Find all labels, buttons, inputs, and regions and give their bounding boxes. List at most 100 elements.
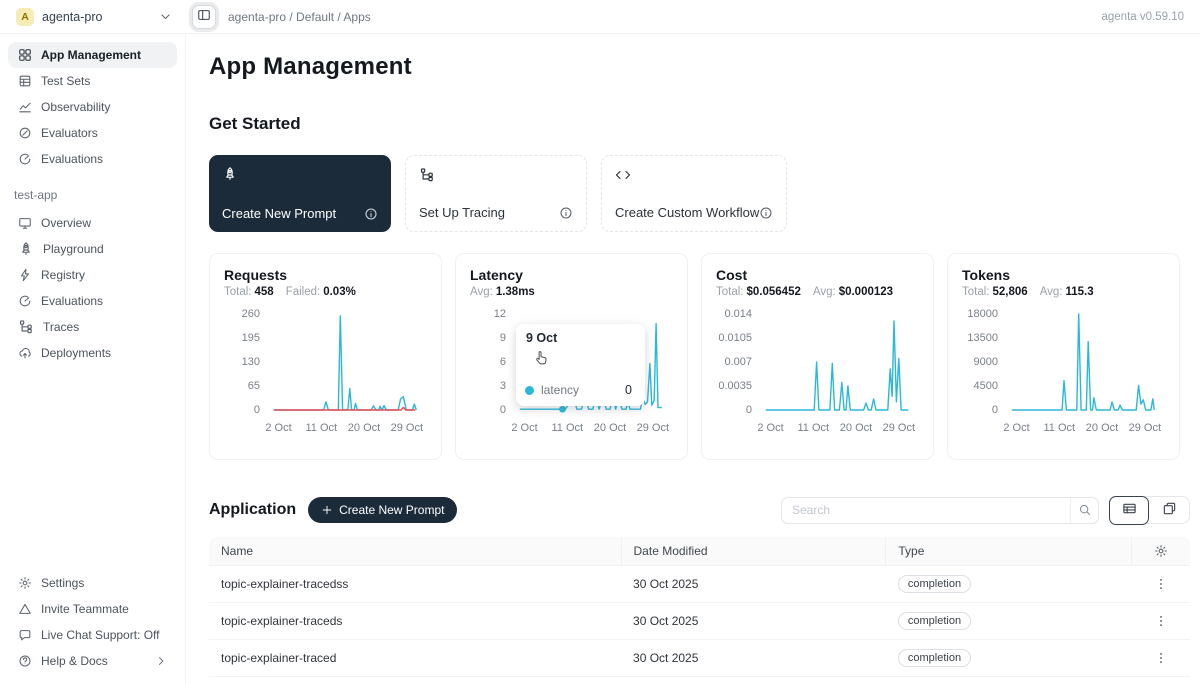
code-icon xyxy=(615,167,773,183)
sidebar-item-observability[interactable]: Observability xyxy=(8,94,177,120)
table-view-button[interactable] xyxy=(1109,496,1149,525)
chart-plot[interactable] xyxy=(761,308,913,414)
gear-icon[interactable] xyxy=(1144,544,1178,558)
date-modified-cell: 30 Oct 2025 xyxy=(621,566,886,603)
application-header: Application Create New Prompt xyxy=(209,496,1190,524)
date-modified-cell: 30 Oct 2025 xyxy=(621,603,886,640)
series-tokens-line xyxy=(1012,314,1155,410)
sidebar-toggle-button[interactable] xyxy=(192,5,216,29)
chevron-right-icon xyxy=(155,655,167,667)
get-started-card-create-custom-workflow[interactable]: Create Custom Workflow xyxy=(601,155,787,232)
y-axis-tick: 9000 xyxy=(974,356,998,368)
table-row[interactable]: topic-explainer-traceds 30 Oct 2025 comp… xyxy=(209,603,1190,640)
y-axis: 129630 xyxy=(470,308,515,414)
chart-title: Cost xyxy=(716,267,919,283)
sidebar-item-label: Playground xyxy=(43,242,104,256)
card-view-icon xyxy=(1162,501,1177,519)
evaluations-icon xyxy=(18,294,32,308)
y-axis-tick: 18000 xyxy=(967,308,998,320)
table-row[interactable]: topic-explainer-tracedss 30 Oct 2025 com… xyxy=(209,566,1190,603)
info-icon[interactable] xyxy=(364,207,378,221)
sidebar-item-label: Observability xyxy=(41,100,110,114)
y-axis-tick: 195 xyxy=(242,332,260,344)
get-started-card-create-new-prompt[interactable]: Create New Prompt xyxy=(209,155,391,232)
sidebar-item-label: App Management xyxy=(41,48,141,62)
sidebar-item-registry[interactable]: Registry xyxy=(8,262,177,288)
help-icon xyxy=(18,654,32,668)
kebab-menu-icon[interactable] xyxy=(1154,651,1168,665)
series-cost-line xyxy=(766,321,909,410)
app-name-cell: topic-explainer-tracedss xyxy=(209,566,621,603)
top-bar: A agenta-pro agenta-pro / Default / Apps… xyxy=(0,0,1200,34)
sidebar-item-evaluations[interactable]: Evaluations xyxy=(8,288,177,314)
workspace-switcher[interactable]: A agenta-pro xyxy=(0,8,186,26)
table-row[interactable]: career-assessment 27 Oct 2025 completion xyxy=(209,677,1190,684)
evaluators-icon xyxy=(18,126,32,140)
y-axis-tick: 0.007 xyxy=(724,356,752,368)
sidebar-item-test-sets[interactable]: Test Sets xyxy=(8,68,177,94)
date-modified-cell: 27 Oct 2025 xyxy=(621,677,886,684)
breadcrumb[interactable]: agenta-pro / Default / Apps xyxy=(228,10,371,24)
type-cell: completion xyxy=(886,677,1131,684)
y-axis: 0.0140.01050.0070.00350 xyxy=(716,308,761,414)
chart-title: Requests xyxy=(224,267,427,283)
view-toggle xyxy=(1109,496,1190,524)
create-new-prompt-button[interactable]: Create New Prompt xyxy=(308,497,457,523)
sidebar-item-traces[interactable]: Traces xyxy=(8,314,177,340)
info-icon[interactable] xyxy=(559,206,573,220)
sidebar-item-playground[interactable]: Playground xyxy=(8,236,177,262)
y-axis-tick: 0 xyxy=(500,404,506,416)
chart-stat: Avg:1.38ms xyxy=(470,286,535,298)
sidebar-item-help-docs[interactable]: Help & Docs xyxy=(8,648,177,674)
invite-teammate-icon xyxy=(18,602,32,616)
chart-plot[interactable] xyxy=(1007,308,1159,414)
chart-card-tokens: Tokens Total:52,806Avg:115.3 18000135009… xyxy=(947,253,1180,460)
chart-plot[interactable] xyxy=(269,308,421,414)
y-axis-tick: 0 xyxy=(992,404,998,416)
x-axis: 2 Oct11 Oct20 Oct29 Oct xyxy=(269,419,421,435)
sidebar-item-overview[interactable]: Overview xyxy=(8,210,177,236)
sidebar: App Management Test Sets Observability E… xyxy=(0,34,186,684)
page-title: App Management xyxy=(209,53,1190,81)
get-started-card-set-up-tracing[interactable]: Set Up Tracing xyxy=(405,155,587,232)
kebab-menu-icon[interactable] xyxy=(1154,614,1168,628)
search-box xyxy=(781,497,1099,524)
x-axis-tick: 11 Oct xyxy=(1044,422,1076,434)
sidebar-item-evaluators[interactable]: Evaluators xyxy=(8,120,177,146)
y-axis: 260195130650 xyxy=(224,308,269,414)
kebab-menu-icon[interactable] xyxy=(1154,577,1168,591)
sidebar-item-app-management[interactable]: App Management xyxy=(8,42,177,68)
evaluations-icon xyxy=(18,152,32,166)
x-axis-tick: 29 Oct xyxy=(883,422,915,434)
chart-stat: Failed:0.03% xyxy=(286,286,356,298)
x-axis: 2 Oct11 Oct20 Oct29 Oct xyxy=(761,419,913,435)
table-row[interactable]: topic-explainer-traced 30 Oct 2025 compl… xyxy=(209,640,1190,677)
sidebar-item-settings[interactable]: Settings xyxy=(8,570,177,596)
get-started-card-label: Create New Prompt xyxy=(222,206,336,221)
series-requests-line xyxy=(274,316,417,410)
rocket-icon xyxy=(222,166,378,182)
search-icon[interactable] xyxy=(1070,498,1098,523)
sidebar-item-deployments[interactable]: Deployments xyxy=(8,340,177,366)
sidebar-item-label: Test Sets xyxy=(41,74,90,88)
sidebar-item-evaluations[interactable]: Evaluations xyxy=(8,146,177,172)
y-axis-tick: 65 xyxy=(248,380,260,392)
sidebar-item-label: Live Chat Support: Off xyxy=(41,628,160,642)
info-icon[interactable] xyxy=(759,206,773,220)
sidebar-item-live-chat-support-off[interactable]: Live Chat Support: Off xyxy=(8,622,177,648)
card-view-button[interactable] xyxy=(1149,496,1189,524)
table-header-name: Name xyxy=(209,537,621,566)
y-axis-tick: 0 xyxy=(746,404,752,416)
application-heading: Application xyxy=(209,501,296,519)
series-failed-line xyxy=(274,407,416,410)
registry-icon xyxy=(18,268,32,282)
workspace-name: agenta-pro xyxy=(42,10,102,24)
y-axis: 1800013500900045000 xyxy=(962,308,1007,414)
chart-stat: Avg:$0.000123 xyxy=(813,286,893,298)
traces-icon xyxy=(18,319,34,335)
tooltip-date: 9 Oct xyxy=(526,331,635,345)
search-input[interactable] xyxy=(782,503,1070,517)
y-axis-tick: 3 xyxy=(500,380,506,392)
sidebar-item-invite-teammate[interactable]: Invite Teammate xyxy=(8,596,177,622)
y-axis-tick: 260 xyxy=(242,308,260,320)
